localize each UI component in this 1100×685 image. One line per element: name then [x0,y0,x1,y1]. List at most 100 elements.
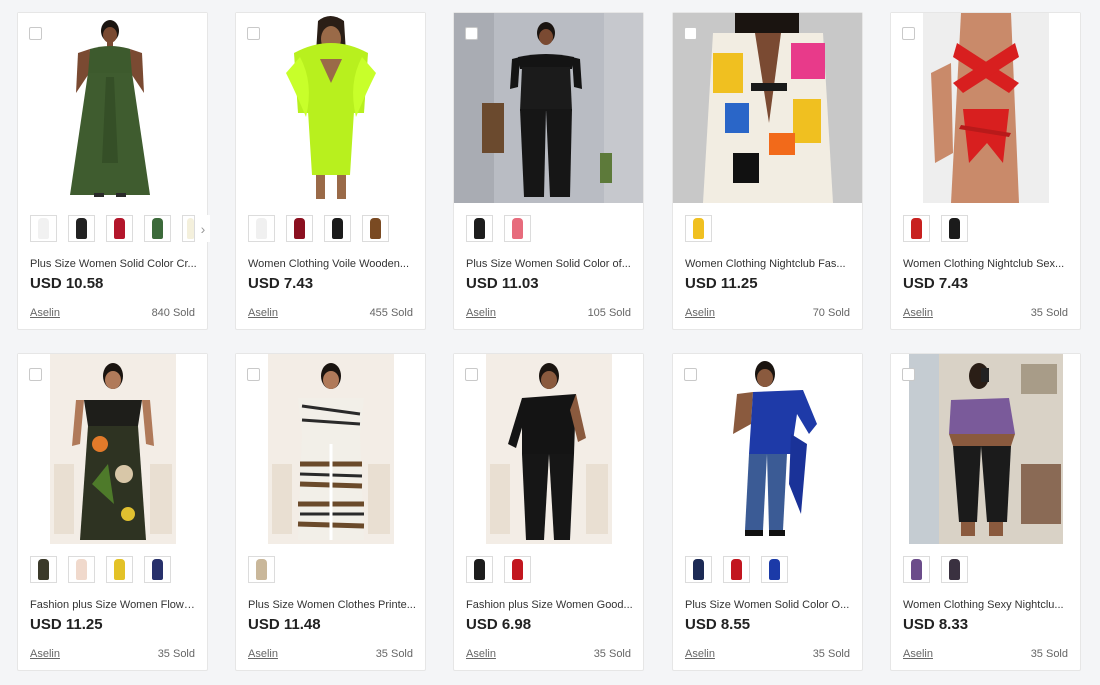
product-image[interactable] [891,354,1080,544]
color-swatch[interactable] [723,556,750,583]
color-swatch[interactable] [106,215,133,242]
shop-link[interactable]: Aselin [466,307,496,319]
product-title[interactable]: Plus Size Women Solid Color of... [466,258,634,270]
product-card[interactable]: Women Clothing Nightclub Sex... USD 7.43… [890,12,1081,330]
color-swatch[interactable] [144,556,171,583]
product-title[interactable]: Plus Size Women Clothes Printe... [248,599,416,611]
swatch-color [152,218,163,239]
product-card[interactable]: › Plus Size Women Solid Color Cr... USD … [17,12,210,330]
color-swatch[interactable] [941,556,968,583]
swatch-color [769,559,780,580]
select-checkbox[interactable] [247,368,260,381]
product-card[interactable]: Women Clothing Voile Wooden... USD 7.43 … [235,12,426,330]
color-swatch[interactable] [30,556,57,583]
product-title[interactable]: Women Clothing Nightclub Sex... [903,258,1071,270]
sold-count: 35 Sold [375,648,413,660]
select-checkbox[interactable] [29,368,42,381]
swatch-color [731,559,742,580]
product-title[interactable]: Plus Size Women Solid Color Cr... [30,258,198,270]
color-swatch[interactable] [248,556,275,583]
product-title[interactable]: Women Clothing Voile Wooden... [248,258,416,270]
product-card[interactable]: Plus Size Women Solid Color O... USD 8.5… [672,353,863,671]
select-checkbox[interactable] [29,27,42,40]
swatch-color [38,559,49,580]
color-swatch[interactable] [248,215,275,242]
color-swatch[interactable] [903,215,930,242]
color-swatch[interactable] [504,556,531,583]
color-swatch[interactable] [324,215,351,242]
shop-link[interactable]: Aselin [30,307,60,319]
product-price: USD 11.25 [685,275,758,292]
select-checkbox[interactable] [902,27,915,40]
shop-link[interactable]: Aselin [248,648,278,660]
swatch-color [949,559,960,580]
product-image[interactable] [18,13,207,203]
sold-count: 840 Sold [151,307,195,319]
color-swatch[interactable] [68,215,95,242]
swatch-color [256,218,267,239]
swatch-color [187,218,194,239]
sold-count: 70 Sold [812,307,850,319]
swatch-color [294,218,305,239]
product-card[interactable]: Fashion plus Size Women Good... USD 6.98… [453,353,644,671]
select-checkbox[interactable] [247,27,260,40]
select-checkbox[interactable] [684,368,697,381]
select-checkbox[interactable] [684,27,697,40]
product-card[interactable]: Plus Size Women Clothes Printe... USD 11… [235,353,426,671]
product-image[interactable] [673,354,862,544]
color-swatch[interactable] [761,556,788,583]
color-swatch[interactable] [30,215,57,242]
swatch-color [152,559,163,580]
color-swatch[interactable] [903,556,930,583]
color-swatch[interactable] [466,215,493,242]
color-swatch[interactable] [182,215,195,242]
chevron-right-icon[interactable]: › [196,215,210,242]
product-card[interactable]: Women Clothing Sexy Nightclu... USD 8.33… [890,353,1081,671]
shop-link[interactable]: Aselin [30,648,60,660]
product-image[interactable] [454,13,643,203]
product-card[interactable]: Plus Size Women Solid Color of... USD 11… [453,12,644,330]
select-checkbox[interactable] [465,368,478,381]
product-image[interactable] [18,354,207,544]
shop-link[interactable]: Aselin [248,307,278,319]
swatch-color [114,218,125,239]
product-image[interactable] [891,13,1080,203]
product-title[interactable]: Women Clothing Nightclub Fas... [685,258,853,270]
shop-link[interactable]: Aselin [685,648,715,660]
color-swatch[interactable] [68,556,95,583]
color-swatch[interactable] [685,215,712,242]
shop-link[interactable]: Aselin [903,307,933,319]
swatch-color [512,559,523,580]
color-swatch[interactable] [504,215,531,242]
product-image[interactable] [673,13,862,203]
product-grid: › Plus Size Women Solid Color Cr... USD … [0,0,1100,685]
color-swatch[interactable] [466,556,493,583]
color-swatches [466,215,531,243]
select-checkbox[interactable] [902,368,915,381]
product-image[interactable] [236,354,425,544]
product-title[interactable]: Plus Size Women Solid Color O... [685,599,853,611]
product-title[interactable]: Fashion plus Size Women Good... [466,599,634,611]
swatch-color [76,218,87,239]
color-swatch[interactable] [362,215,389,242]
product-image[interactable] [236,13,425,203]
product-image[interactable] [454,354,643,544]
select-checkbox[interactable] [465,27,478,40]
shop-link[interactable]: Aselin [466,648,496,660]
color-swatches [685,215,712,243]
color-swatches [685,556,788,584]
color-swatch[interactable] [685,556,712,583]
color-swatch[interactable] [286,215,313,242]
product-title[interactable]: Women Clothing Sexy Nightclu... [903,599,1071,611]
product-card[interactable]: Women Clothing Nightclub Fas... USD 11.2… [672,12,863,330]
color-swatch[interactable] [106,556,133,583]
color-swatch[interactable] [941,215,968,242]
sold-count: 105 Sold [587,307,631,319]
color-swatch[interactable] [144,215,171,242]
product-card[interactable]: Fashion plus Size Women Flowe... USD 11.… [17,353,208,671]
swatch-color [332,218,343,239]
product-title[interactable]: Fashion plus Size Women Flowe... [30,599,198,611]
shop-link[interactable]: Aselin [685,307,715,319]
color-swatches: › [30,215,210,243]
shop-link[interactable]: Aselin [903,648,933,660]
